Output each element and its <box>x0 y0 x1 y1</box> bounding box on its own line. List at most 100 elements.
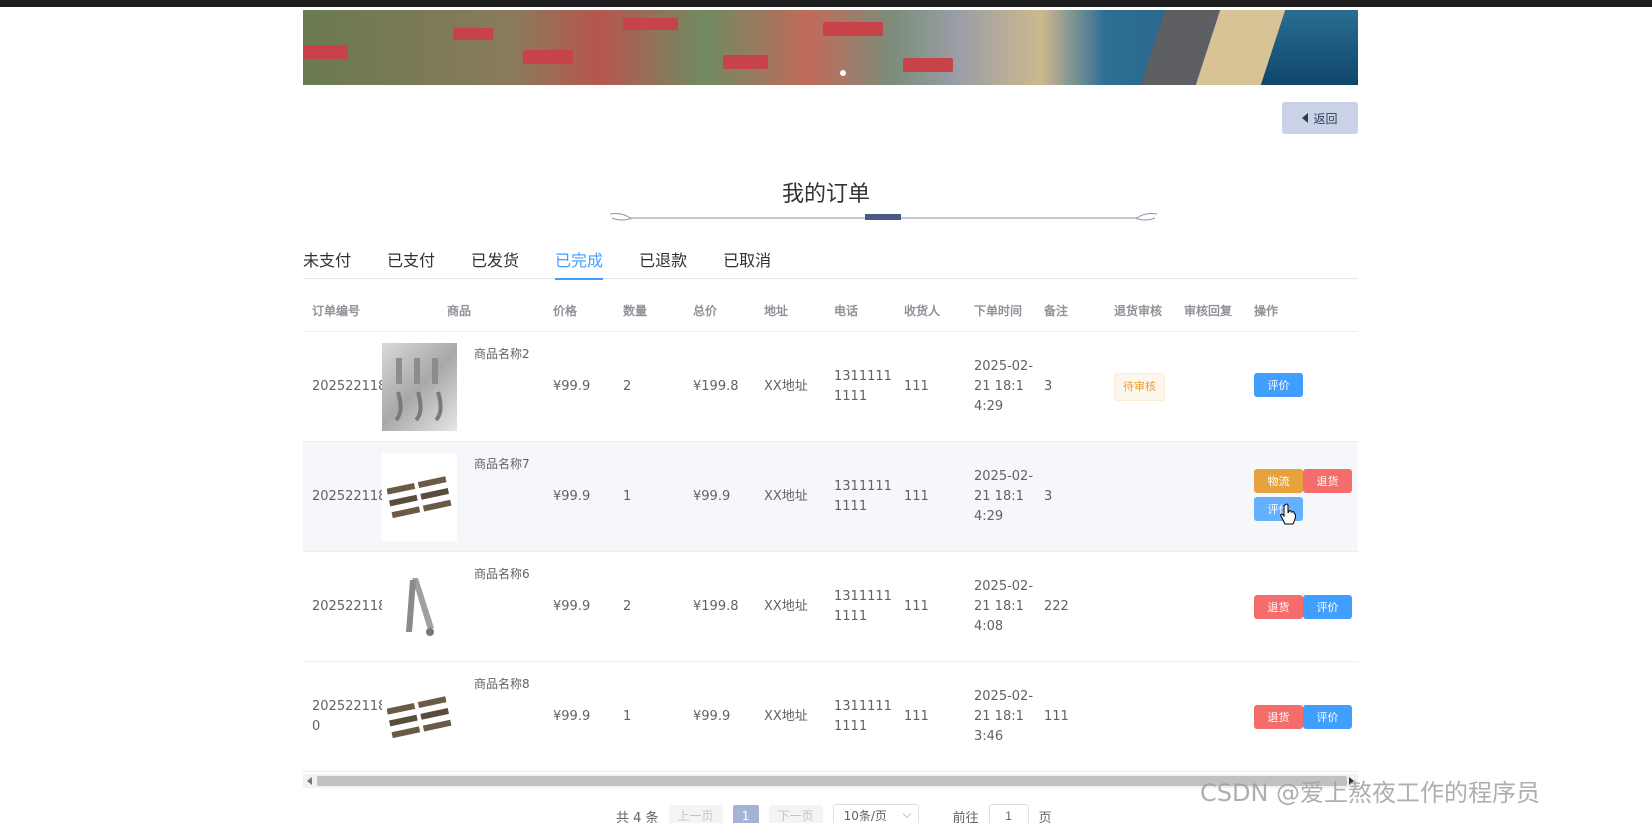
metal-strip-icon <box>386 695 451 738</box>
phone-cell: 13111111111 <box>834 478 892 514</box>
tab-shipped[interactable]: 已发货 <box>471 248 519 279</box>
goto-page-input[interactable] <box>988 804 1029 823</box>
banner-roof-decoration <box>523 50 573 64</box>
banner-roof-decoration <box>303 45 348 59</box>
goods-cell: 商品名称6 <box>374 552 544 662</box>
tab-cancelled[interactable]: 已取消 <box>723 248 771 279</box>
review-button[interactable]: 评价 <box>1254 372 1303 397</box>
note-cell: 3 <box>1044 378 1053 394</box>
quantity-cell: 2 <box>623 378 632 394</box>
carousel-dot-active[interactable] <box>840 70 846 76</box>
table-row: 2025221181445607 商品名称7 ¥99.9 1 ¥99.9 XX地… <box>303 442 1358 552</box>
product-image[interactable] <box>382 672 457 761</box>
banner-roof-decoration <box>903 58 953 72</box>
actions-cell: 评价 <box>1245 332 1345 442</box>
quantity-cell: 1 <box>623 488 632 504</box>
header-address[interactable]: 地址 <box>755 301 825 321</box>
total-cell: ¥99.9 <box>693 488 731 504</box>
chevron-down-icon <box>902 809 911 819</box>
metal-strip-icon <box>386 475 451 518</box>
product-image[interactable] <box>382 342 457 431</box>
product-image[interactable] <box>382 562 457 651</box>
order-time-cell: 2025-02-21 18:14:29 <box>974 468 1034 524</box>
total-cell: ¥99.9 <box>693 708 731 724</box>
pagination: 共 4 条 上一页 1 下一页 10条/页 前往 页 <box>616 804 1052 823</box>
order-status-tabs: 未支付 已支付 已发货 已完成 已退款 已取消 <box>303 248 1358 280</box>
table-row: 20252211814276 0 商品名称8 ¥99.9 1 ¥99.9 XX地… <box>303 662 1358 772</box>
header-audit-reply[interactable]: 审核回复 <box>1175 301 1245 321</box>
phone-cell: 13111111111 <box>834 588 892 624</box>
tab-refunded[interactable]: 已退款 <box>639 248 687 279</box>
status-badge: 待审核 <box>1114 372 1165 401</box>
phone-cell: 13111111111 <box>834 368 892 404</box>
tab-completed[interactable]: 已完成 <box>555 248 604 280</box>
refund-audit-cell: 待审核 <box>1105 372 1175 401</box>
order-no-cell: 2025221181445607 <box>312 488 445 504</box>
page-size-select[interactable]: 10条/页 <box>832 804 919 823</box>
orders-table: 订单编号 商品 价格 数量 总价 地址 电话 收货人 下单时间 备注 退货审核 … <box>303 290 1358 772</box>
order-time-cell: 2025-02-21 18:14:29 <box>974 358 1034 414</box>
hand-cursor-icon <box>1280 503 1296 525</box>
header-quantity[interactable]: 数量 <box>614 301 684 321</box>
banner-roof-decoration <box>623 18 678 30</box>
quantity-cell: 1 <box>623 708 632 724</box>
order-no-cell: 2025221181445605 <box>312 378 445 394</box>
goods-cell: 商品名称7 <box>374 442 544 552</box>
return-button[interactable]: 退货 <box>1254 594 1303 619</box>
return-button[interactable]: 退货 <box>1303 468 1352 493</box>
goods-cell: 商品名称8 <box>374 662 544 772</box>
receiver-cell: 111 <box>904 378 929 394</box>
door-stay-icon <box>405 577 434 636</box>
scrollbar-thumb[interactable] <box>317 776 1347 786</box>
header-note[interactable]: 备注 <box>1035 301 1105 321</box>
header-total[interactable]: 总价 <box>684 301 755 321</box>
header-order-time[interactable]: 下单时间 <box>965 301 1035 321</box>
back-button[interactable]: 返回 <box>1282 102 1358 134</box>
header-price[interactable]: 价格 <box>544 301 614 321</box>
actions-cell: 物流 退货 评价 <box>1245 442 1352 552</box>
next-page-button[interactable]: 下一页 <box>768 805 823 823</box>
table-header-row: 订单编号 商品 价格 数量 总价 地址 电话 收货人 下单时间 备注 退货审核 … <box>303 290 1358 332</box>
banner-carousel[interactable] <box>303 10 1358 85</box>
goods-cell: 商品名称2 <box>374 332 544 442</box>
total-cell: ¥199.8 <box>693 598 739 614</box>
prev-page-button[interactable]: 上一页 <box>668 805 723 823</box>
receiver-cell: 111 <box>904 598 929 614</box>
header-goods[interactable]: 商品 <box>374 301 544 321</box>
table-row: 2025221181445605 商品名称2 ¥99.9 2 ¥199.8 XX… <box>303 332 1358 442</box>
goto-prefix: 前往 <box>952 810 979 823</box>
header-actions[interactable]: 操作 <box>1245 301 1345 321</box>
carousel-indicators <box>840 70 846 76</box>
return-button[interactable]: 退货 <box>1254 704 1303 729</box>
header-refund-audit[interactable]: 退货审核 <box>1105 301 1175 321</box>
address-cell: XX地址 <box>764 598 808 614</box>
banner-roof-decoration <box>453 28 493 40</box>
order-time-cell: 2025-02-21 18:14:08 <box>974 578 1034 634</box>
caret-left-icon <box>1302 113 1309 123</box>
header-receiver[interactable]: 收货人 <box>895 301 965 321</box>
banner-roof-decoration <box>823 22 883 36</box>
page-size-value: 10条/页 <box>843 809 887 823</box>
price-cell: ¥99.9 <box>553 598 591 614</box>
tab-paid[interactable]: 已支付 <box>387 248 435 279</box>
logistics-button[interactable]: 物流 <box>1254 468 1303 493</box>
goods-name: 商品名称2 <box>474 346 530 361</box>
price-cell: ¥99.9 <box>553 378 591 394</box>
note-cell: 222 <box>1044 598 1069 614</box>
hardware-hinge-icon <box>393 357 443 421</box>
page-number-current[interactable]: 1 <box>732 805 759 823</box>
header-order-no[interactable]: 订单编号 <box>303 301 374 321</box>
header-phone[interactable]: 电话 <box>825 301 895 321</box>
scroll-left-arrow-icon[interactable] <box>307 777 312 785</box>
table-row: 2025221181424840 商品名称6 ¥99.9 2 ¥199.8 XX… <box>303 552 1358 662</box>
banner-roof-decoration <box>723 55 768 69</box>
review-button[interactable]: 评价 <box>1303 594 1352 619</box>
actions-cell: 退货 评价 <box>1245 552 1352 662</box>
quantity-cell: 2 <box>623 598 632 614</box>
order-time-cell: 2025-02-21 18:13:46 <box>974 688 1034 744</box>
product-image[interactable] <box>382 452 457 541</box>
goods-name: 商品名称8 <box>474 676 530 691</box>
tab-unpaid[interactable]: 未支付 <box>303 248 351 279</box>
review-button[interactable]: 评价 <box>1303 704 1352 729</box>
order-no-cell: 20252211814276 0 <box>312 698 428 734</box>
